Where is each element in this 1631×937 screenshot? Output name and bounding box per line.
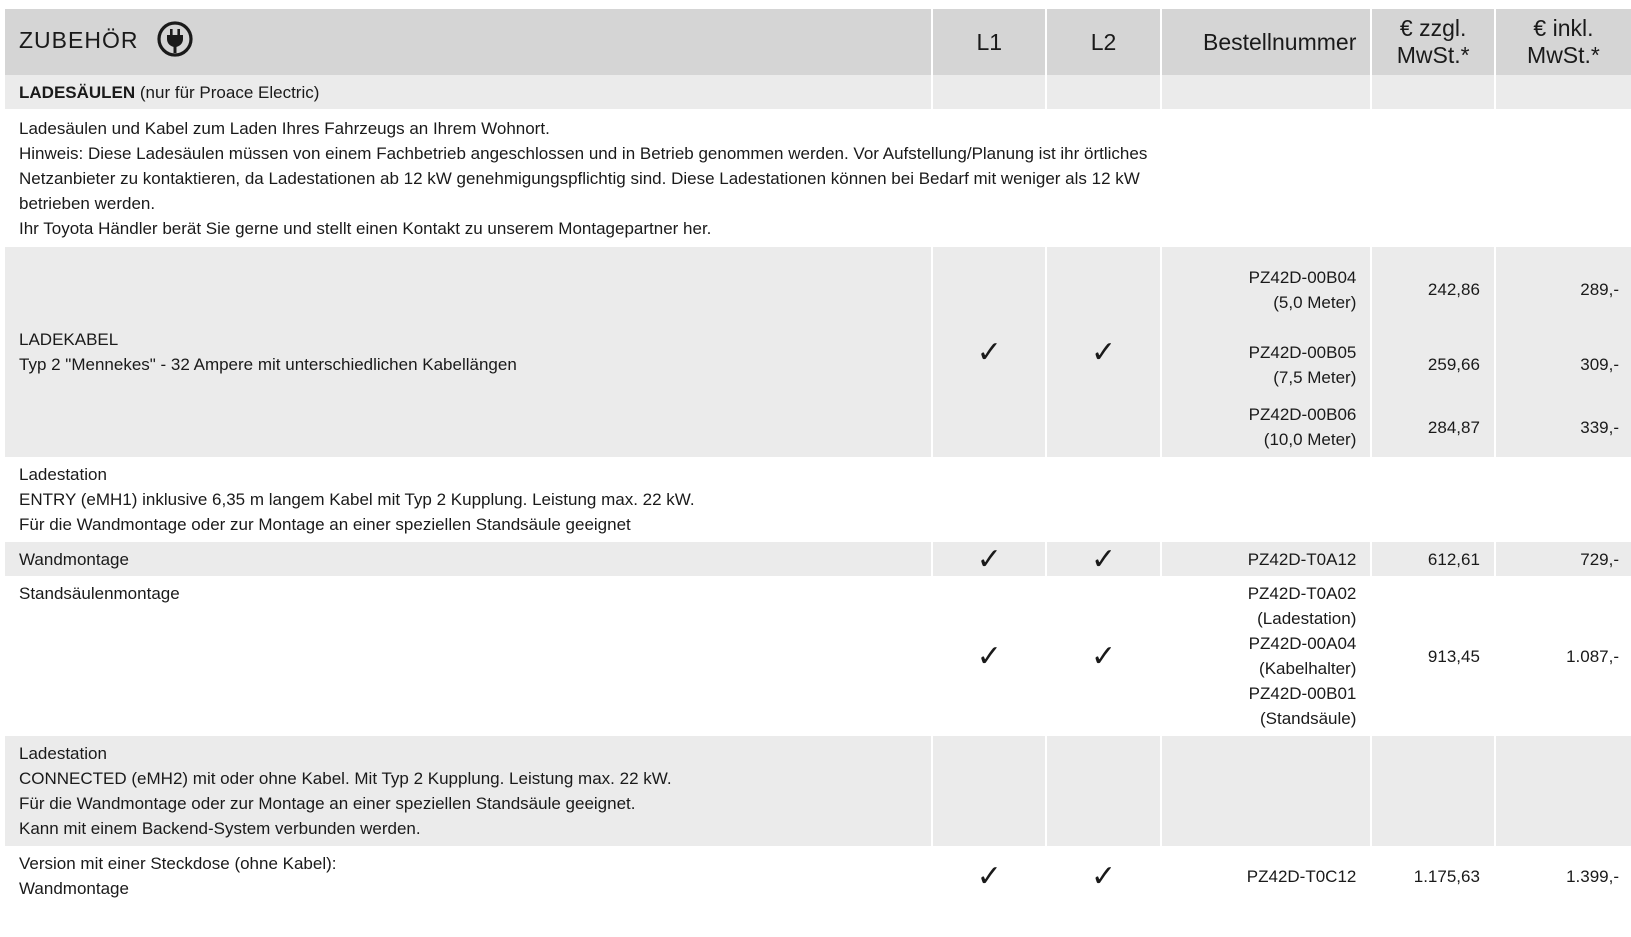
table-row-socket: Version mit einer Steckdose (ohne Kabel)… — [5, 846, 1631, 906]
header-title-cell: ZUBEHÖR — [5, 9, 933, 75]
connected-line: Ladestation — [19, 744, 107, 763]
entry-line: ENTRY (eMH1) inklusive 6,35 m langem Kab… — [19, 490, 695, 509]
cable-desc: Typ 2 "Mennekes" - 32 Ampere mit untersc… — [19, 355, 517, 374]
order-number: PZ42D-00B01 — [1248, 684, 1357, 703]
entry-line: Ladestation — [19, 465, 107, 484]
table-row-stand: Standsäulenmontage ✓ ✓ PZ42D-T0A02 (Lade… — [5, 576, 1631, 736]
order-part: (Kabelhalter) — [1259, 659, 1357, 678]
entry-description: Ladestation ENTRY (eMH1) inklusive 6,35 … — [5, 457, 933, 542]
header-price-gross-label: € inkl. MwSt.* — [1527, 15, 1600, 68]
header-price-net-label: € zzgl. MwSt.* — [1396, 15, 1470, 68]
price-gross: 339,- — [1580, 417, 1619, 437]
check-icon: ✓ — [931, 576, 1047, 736]
header-l2: L2 — [1045, 9, 1161, 75]
cable-gross-prices: 289,- 309,- 339,- — [1493, 247, 1631, 457]
price-gross: 1.087,- — [1493, 576, 1631, 736]
note-line: Netzanbieter zu kontaktieren, da Ladesta… — [19, 169, 1140, 188]
price-net: 913,45 — [1370, 576, 1495, 736]
check-icon: ✓ — [931, 542, 1047, 576]
check-icon: ✓ — [1045, 542, 1161, 576]
header-order-number: Bestellnummer — [1159, 9, 1372, 75]
header-price-net: € zzgl. MwSt.* — [1370, 9, 1495, 75]
price-net: 259,66 — [1427, 355, 1480, 374]
cable-title: LADEKABEL — [19, 330, 119, 349]
price-net: 1.175,63 — [1370, 846, 1495, 906]
plug-icon — [156, 20, 194, 64]
accessory-price-table: ZUBEHÖR L1 L2 Bestellnummer € zzgl. MwSt… — [5, 9, 1631, 906]
section-title: LADESÄULEN — [19, 82, 136, 102]
note-line: betrieben werden. — [19, 194, 156, 213]
socket-line: Version mit einer Steckdose (ohne Kabel)… — [19, 854, 337, 873]
note-line: Hinweis: Diese Ladesäulen müssen von ein… — [19, 144, 1148, 163]
price-net: 612,61 — [1370, 542, 1495, 576]
section-title-cell: LADESÄULEN (nur für Proace Electric) — [5, 75, 933, 109]
note-row: Ladesäulen und Kabel zum Laden Ihres Fah… — [5, 109, 1631, 247]
entry-line: Für die Wandmontage oder zur Montage an … — [19, 515, 631, 534]
order-number: PZ42D-00A04 — [1248, 634, 1357, 653]
table-header: ZUBEHÖR L1 L2 Bestellnummer € zzgl. MwSt… — [5, 9, 1631, 75]
cable-order-numbers: PZ42D-00B04 (5,0 Meter) PZ42D-00B05 (7,5 M… — [1159, 247, 1372, 457]
order-part: (Ladestation) — [1257, 609, 1357, 628]
price-net: 284,87 — [1427, 417, 1480, 437]
connected-line: Für die Wandmontage oder zur Montage an … — [19, 794, 636, 813]
check-icon: ✓ — [1045, 846, 1161, 906]
socket-line: Wandmontage — [19, 879, 129, 898]
wall-label: Wandmontage — [5, 542, 933, 576]
price-gross: 289,- — [1580, 280, 1619, 299]
order-number: PZ42D-T0C12 — [1159, 846, 1372, 906]
cable-length: (10,0 Meter) — [1263, 430, 1357, 449]
order-number: PZ42D-00B05 — [1248, 342, 1357, 362]
price-gross: 1.399,- — [1493, 846, 1631, 906]
order-number: PZ42D-T0A12 — [1159, 542, 1372, 576]
table-row-entry: Ladestation ENTRY (eMH1) inklusive 6,35 … — [5, 457, 1631, 542]
connected-line: Kann mit einem Backend-System verbunden … — [19, 819, 421, 838]
cable-length: (7,5 Meter) — [1273, 367, 1357, 387]
header-title: ZUBEHÖR — [19, 27, 139, 54]
order-number: PZ42D-T0A02 — [1247, 584, 1357, 603]
note-line: Ihr Toyota Händler berät Sie gerne und s… — [19, 219, 712, 238]
stand-order-numbers: PZ42D-T0A02 (Ladestation) PZ42D-00A04 (K… — [1159, 576, 1372, 736]
section-subtitle: (nur für Proace Electric) — [135, 82, 320, 102]
check-icon: ✓ — [931, 247, 1047, 457]
price-net: 242,86 — [1427, 280, 1480, 299]
check-icon: ✓ — [1045, 576, 1161, 736]
order-number: PZ42D-00B06 — [1248, 405, 1357, 424]
check-icon: ✓ — [1045, 247, 1161, 457]
connected-line: CONNECTED (eMH2) mit oder ohne Kabel. Mi… — [19, 769, 672, 788]
connected-description: Ladestation CONNECTED (eMH2) mit oder oh… — [5, 736, 933, 846]
table-row-connected: Ladestation CONNECTED (eMH2) mit oder oh… — [5, 736, 1631, 846]
price-gross: 729,- — [1493, 542, 1631, 576]
cable-description: LADEKABEL Typ 2 "Mennekes" - 32 Ampere m… — [5, 247, 933, 457]
order-part: (Standsäule) — [1259, 709, 1357, 728]
note-line: Ladesäulen und Kabel zum Laden Ihres Fah… — [19, 119, 550, 138]
check-icon: ✓ — [931, 846, 1047, 906]
order-number: PZ42D-00B04 — [1248, 267, 1357, 287]
cable-net-prices: 242,86 259,66 284,87 — [1370, 247, 1495, 457]
section-row: LADESÄULEN (nur für Proace Electric) — [5, 75, 1631, 109]
socket-description: Version mit einer Steckdose (ohne Kabel)… — [5, 846, 933, 906]
header-price-gross: € inkl. MwSt.* — [1493, 9, 1631, 75]
table-row-cable: LADEKABEL Typ 2 "Mennekes" - 32 Ampere m… — [5, 247, 1631, 457]
note-text: Ladesäulen und Kabel zum Laden Ihres Fah… — [5, 109, 1372, 247]
price-gross: 309,- — [1580, 355, 1619, 374]
header-l1: L1 — [931, 9, 1047, 75]
table-row-wall: Wandmontage ✓ ✓ PZ42D-T0A12 612,61 729,- — [5, 542, 1631, 576]
stand-label: Standsäulenmontage — [5, 576, 933, 736]
cable-length: (5,0 Meter) — [1273, 292, 1357, 312]
